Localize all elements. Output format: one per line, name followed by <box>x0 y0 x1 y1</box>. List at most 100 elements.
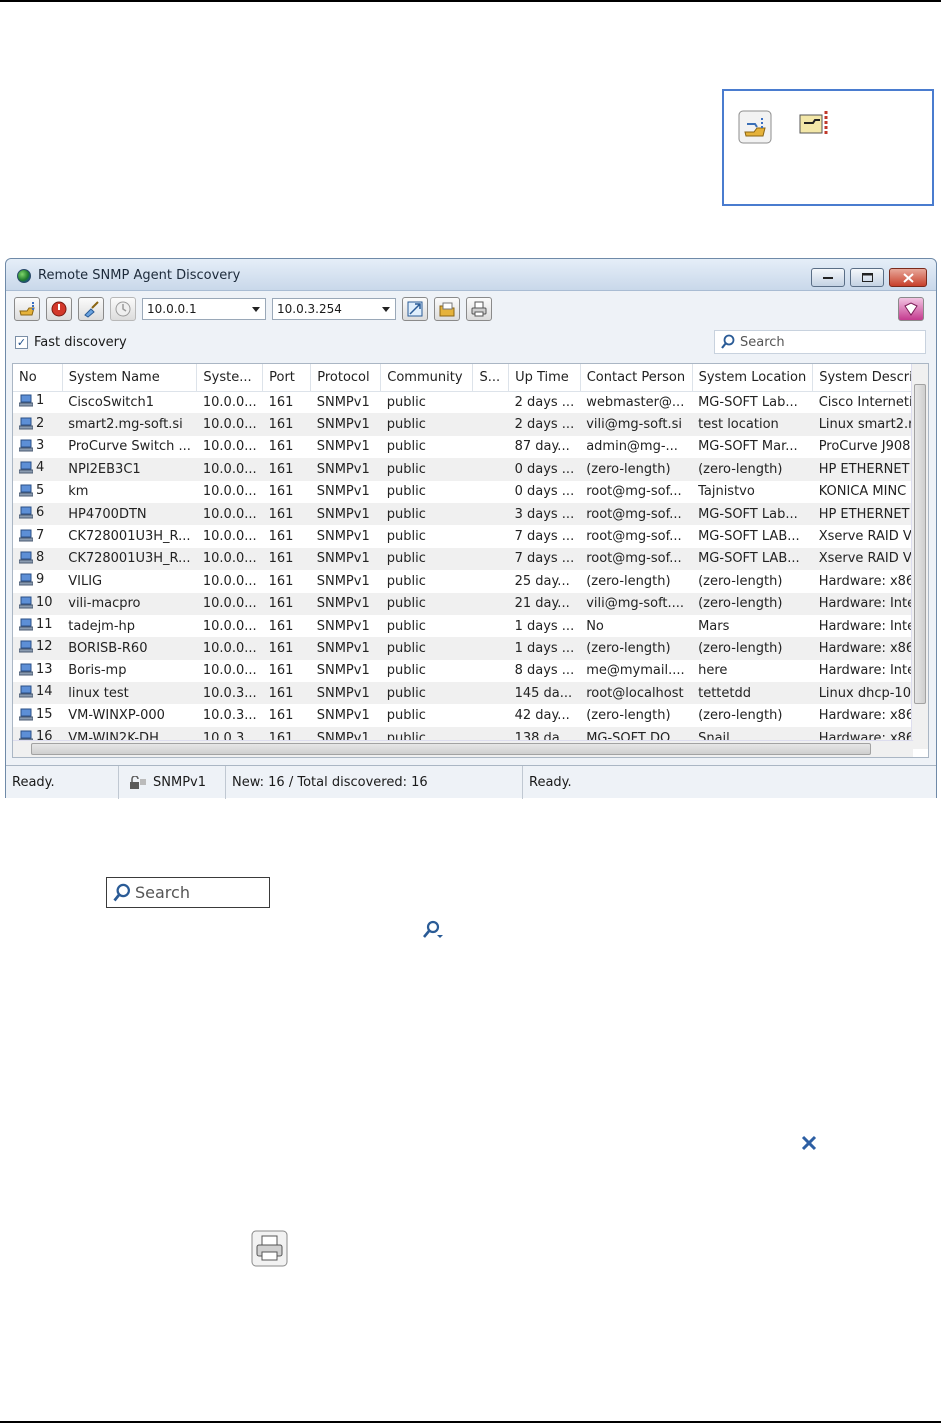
table-row[interactable]: 8 CK728001U3H_R... 10.0.0... 161 SNMPv1 publi… <box>13 547 928 571</box>
table-cell: SNMPv1 <box>310 682 381 705</box>
column-header[interactable]: Port <box>262 364 312 392</box>
load-agents-icon <box>19 302 35 316</box>
table-cell: 10.0.0... <box>202 663 257 679</box>
clock-icon <box>115 301 131 317</box>
status-ready-left: Ready. <box>6 766 119 799</box>
table-cell: SNMPv1 <box>310 592 381 615</box>
clear-search-icon <box>800 1134 818 1155</box>
table-cell: 10.0.0... <box>196 592 263 615</box>
table-cell: public <box>386 573 426 589</box>
column-header[interactable]: Up Time <box>508 364 581 392</box>
table-cell: tettetdd <box>692 682 813 705</box>
table-row[interactable]: 11 tadejm-hp 10.0.0... 161 SNMPv1 public 1 day… <box>13 615 928 637</box>
table-cell: root@localhost <box>580 682 693 705</box>
table-cell: 10.0.0... <box>196 413 263 436</box>
table-cell: (zero-length) <box>586 708 671 724</box>
search-icon <box>721 334 735 349</box>
computer-icon <box>19 640 33 653</box>
table-cell: 161 <box>262 413 311 436</box>
table-row[interactable]: 15 VM-WINXP-000 10.0.3... 161 SNMPv1 public 42… <box>13 704 928 726</box>
table-cell: 161 <box>268 708 294 724</box>
chevron-down-icon[interactable] <box>382 307 390 312</box>
column-header[interactable]: S... <box>472 364 510 392</box>
end-ip-value: 10.0.3.254 <box>277 302 342 316</box>
column-header[interactable]: Community <box>380 364 474 392</box>
search-input[interactable]: Search <box>714 330 926 354</box>
table-cell: vili-macpro <box>62 592 197 615</box>
row-number-cell: 12 <box>13 637 63 660</box>
vertical-scrollbar[interactable] <box>911 364 928 740</box>
minimize-icon <box>823 276 833 279</box>
table-cell: MG-SOFT LAB... <box>692 547 813 571</box>
table-cell: SNMPv1 <box>316 618 370 634</box>
table-cell: HP4700DTN <box>62 502 197 526</box>
row-number-cell: 15 <box>13 704 62 726</box>
icon-legend-box <box>722 89 934 206</box>
start-ip-combo[interactable]: 10.0.0.1 <box>142 298 266 320</box>
fast-discovery-checkbox[interactable]: ✓ <box>15 336 28 349</box>
table-row[interactable]: 3 ProCurve Switch ... 10.0.0... 161 SNMPv1 pu… <box>13 436 928 458</box>
table-cell: CK728001U3H_R... <box>68 529 191 545</box>
table-row[interactable]: 7 CK728001U3H_R... 10.0.0... 161 SNMPv1 publi… <box>13 525 928 547</box>
computer-icon <box>19 394 33 407</box>
table-cell: SNMPv1 <box>316 439 370 455</box>
table-cell: 10.0.0... <box>196 637 263 660</box>
table-cell: 161 <box>268 618 294 634</box>
table-row[interactable]: 10 vili-macpro 10.0.0... 161 SNMPv1 public 21 … <box>13 592 928 615</box>
horizontal-scroll-thumb[interactable] <box>31 743 871 755</box>
load-agents-list-button[interactable] <box>434 297 460 321</box>
row-number: 13 <box>19 662 53 677</box>
row-number: 8 <box>19 550 44 565</box>
table-row[interactable]: 1 CiscoSwitch1 10.0.0... 161 SNMPv1 public 2 d… <box>13 391 928 413</box>
table-row[interactable]: 2 smart2.mg-soft.si 10.0.0... 161 SNMPv1 publ… <box>13 413 928 436</box>
row-number-label: 10 <box>36 594 53 610</box>
row-number-label: 7 <box>36 527 45 543</box>
chevron-down-icon[interactable] <box>252 307 260 312</box>
end-ip-combo[interactable]: 10.0.3.254 <box>272 298 396 320</box>
row-number: 3 <box>19 438 44 453</box>
table-row[interactable]: 4 NPI2EB3C1 10.0.0... 161 SNMPv1 public 0 days… <box>13 458 928 481</box>
table-row[interactable]: 6 HP4700DTN 10.0.0... 161 SNMPv1 public 3 days… <box>13 502 928 526</box>
table-row[interactable]: 5 km 10.0.0... 161 SNMPv1 public 0 days ... roo… <box>13 481 928 503</box>
table-cell: MG-SOFT Lab... <box>692 502 813 526</box>
print-button[interactable] <box>466 297 492 321</box>
table-cell <box>473 436 509 458</box>
column-header[interactable]: Protocol <box>310 364 382 392</box>
agents-table: No System Name Syste... Port Protocol Co… <box>12 363 929 758</box>
column-header[interactable]: System Name <box>62 364 198 392</box>
column-header[interactable]: Syste... <box>196 364 264 392</box>
table-cell: 2 days ... <box>508 413 581 436</box>
table-cell <box>472 458 509 481</box>
table-row[interactable]: 9 VILIG 10.0.0... 161 SNMPv1 public 25 day... (… <box>13 570 928 592</box>
stop-discovery-button[interactable] <box>46 297 72 321</box>
clear-list-button[interactable] <box>78 297 104 321</box>
table-cell: 7 days ... <box>508 547 581 571</box>
discovery-options-button[interactable] <box>402 297 428 321</box>
table-cell: (zero-length) <box>698 573 783 589</box>
row-number-label: 14 <box>36 684 53 700</box>
computer-icon <box>19 618 33 631</box>
table-row[interactable]: 13 Boris-mp 10.0.0... 161 SNMPv1 public 8 days… <box>13 660 928 682</box>
load-agents-button[interactable] <box>14 297 40 321</box>
maximize-button[interactable] <box>850 268 884 287</box>
table-cell: public <box>386 394 426 410</box>
table-row[interactable]: 14 linux test 10.0.3... 161 SNMPv1 public 145 … <box>13 682 928 705</box>
table-row[interactable]: 12 BORISB-R60 10.0.0... 161 SNMPv1 public 1 da… <box>13 637 928 660</box>
computer-icon <box>19 573 33 586</box>
table-cell: vili@mg-soft.si <box>580 413 693 436</box>
row-number-label: 12 <box>36 639 53 655</box>
row-number: 4 <box>19 460 44 475</box>
folder-icon <box>439 302 455 317</box>
close-button[interactable] <box>889 268 927 287</box>
search-illustration-placeholder: Search <box>135 883 190 902</box>
help-button[interactable] <box>898 297 924 321</box>
table-cell: VILIG <box>68 573 103 589</box>
horizontal-scrollbar[interactable] <box>13 740 913 757</box>
column-header[interactable]: No <box>13 364 63 392</box>
table-cell: public <box>386 529 426 545</box>
vertical-scroll-thumb[interactable] <box>914 384 926 704</box>
column-header[interactable]: Contact Person <box>580 364 693 392</box>
column-header[interactable]: System Location <box>692 364 814 392</box>
ping-button[interactable] <box>110 297 136 321</box>
minimize-button[interactable] <box>811 268 845 287</box>
